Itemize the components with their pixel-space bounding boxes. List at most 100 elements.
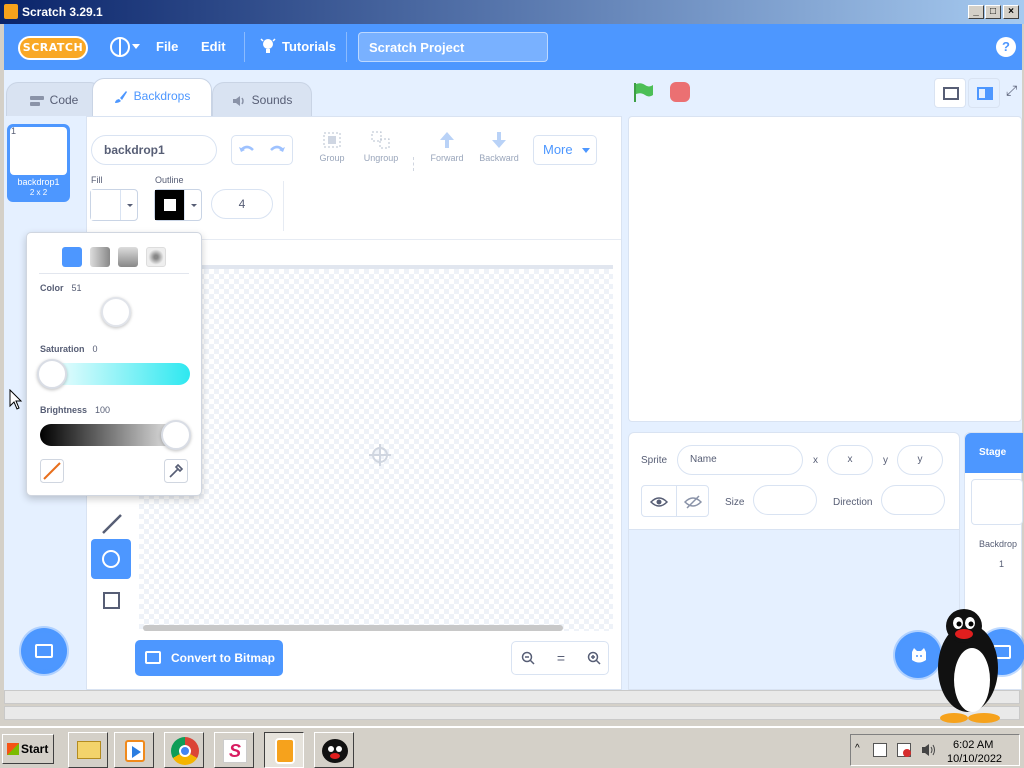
- radial-gradient-button[interactable]: [146, 247, 166, 267]
- scratch-logo[interactable]: SCRATCH: [18, 36, 88, 60]
- backdrops-count: 1: [999, 559, 1005, 569]
- backdrop-thumbnail[interactable]: 1 backdrop1 2 x 2: [7, 124, 70, 202]
- ungroup-button[interactable]: Ungroup: [357, 131, 405, 163]
- tutorials-menu[interactable]: Tutorials: [282, 39, 336, 54]
- rectangle-icon: [103, 592, 120, 609]
- horizontal-scrollbar[interactable]: [4, 690, 1020, 704]
- outline-color-picker[interactable]: [154, 189, 202, 221]
- group-label: Group: [319, 153, 345, 163]
- project-title-input[interactable]: Scratch Project: [358, 32, 548, 62]
- redo-icon[interactable]: [268, 143, 286, 157]
- backward-label: Backward: [479, 153, 519, 163]
- penguin-icon: [322, 739, 348, 763]
- secondary-horizontal-scrollbar[interactable]: [4, 706, 1020, 720]
- forward-label: Forward: [430, 153, 464, 163]
- minimize-button[interactable]: _: [968, 5, 984, 19]
- costume-name-input[interactable]: backdrop1: [91, 135, 217, 165]
- small-stage-button[interactable]: [934, 78, 966, 108]
- volume-icon[interactable]: [921, 743, 937, 757]
- fullscreen-icon[interactable]: ⤢: [1006, 82, 1022, 104]
- fill-color-picker[interactable]: [90, 189, 138, 221]
- direction-input[interactable]: [881, 485, 945, 515]
- paintbrush-icon: [114, 90, 127, 103]
- canvas-horizontal-scrollbar[interactable]: [143, 625, 563, 631]
- eye-icon[interactable]: [650, 495, 668, 509]
- sprite-name-input[interactable]: Name: [677, 445, 803, 475]
- more-button[interactable]: More: [533, 135, 597, 165]
- tray-expand-icon[interactable]: ^: [855, 743, 860, 754]
- taskbar-scratch[interactable]: [264, 732, 304, 768]
- x-input[interactable]: x: [827, 445, 873, 475]
- file-menu[interactable]: File: [156, 39, 178, 54]
- large-stage-button[interactable]: [968, 78, 1000, 108]
- brightness-slider-knob[interactable]: [161, 420, 191, 450]
- paint-canvas[interactable]: [139, 265, 613, 631]
- circle-tool[interactable]: [91, 539, 131, 579]
- clock-date[interactable]: 10/10/2022: [947, 753, 1002, 765]
- eye-slash-icon[interactable]: [684, 495, 702, 509]
- start-button[interactable]: Start: [2, 734, 54, 764]
- solid-fill-button[interactable]: [62, 247, 82, 267]
- saturation-label: Saturation 0: [40, 344, 98, 354]
- chevron-down-icon: [132, 44, 140, 49]
- menu-divider: [244, 32, 245, 62]
- help-button[interactable]: ?: [996, 37, 1016, 57]
- stage-canvas[interactable]: [628, 116, 1022, 422]
- arrow-down-icon: [492, 132, 506, 148]
- close-button[interactable]: ×: [1003, 5, 1019, 19]
- language-globe-icon[interactable]: [110, 37, 130, 57]
- maximize-button[interactable]: □: [985, 5, 1001, 19]
- forward-button[interactable]: Forward: [423, 131, 471, 163]
- system-tray: ^ 6:02 AM 10/10/2022: [850, 734, 1020, 766]
- taskbar-chrome[interactable]: [164, 732, 204, 768]
- taskbar-app-s[interactable]: S: [214, 732, 254, 768]
- convert-to-bitmap-button[interactable]: Convert to Bitmap: [135, 640, 283, 676]
- media-player-icon: [125, 740, 145, 762]
- edit-menu[interactable]: Edit: [201, 39, 226, 54]
- ungroup-label: Ungroup: [363, 153, 399, 163]
- saturation-slider-knob[interactable]: [37, 359, 67, 389]
- no-color-swatch-icon[interactable]: [40, 459, 64, 483]
- arrow-up-icon: [440, 132, 454, 148]
- sprite-list: [628, 530, 960, 690]
- color-picker-popover: Color 51 Saturation 0 Brightness 100: [26, 232, 202, 496]
- penguin-mascot-icon: [938, 609, 1000, 723]
- group-button[interactable]: Group: [311, 131, 353, 163]
- tab-sounds[interactable]: Sounds: [212, 82, 312, 116]
- horizontal-gradient-button[interactable]: [90, 247, 110, 267]
- zoom-reset-button[interactable]: =: [545, 642, 577, 674]
- tab-backdrops[interactable]: Backdrops: [92, 78, 212, 116]
- security-warning-icon[interactable]: [897, 743, 911, 757]
- vertical-gradient-button[interactable]: [118, 247, 138, 267]
- clock-time[interactable]: 6:02 AM: [953, 739, 993, 751]
- chevron-down-icon: [191, 204, 197, 207]
- color-slider-knob[interactable]: [101, 297, 131, 327]
- taskbar-penguin-app[interactable]: [314, 732, 354, 768]
- size-input[interactable]: [753, 485, 817, 515]
- rectangle-tool[interactable]: [91, 579, 131, 619]
- stop-icon[interactable]: [670, 82, 690, 102]
- y-input[interactable]: y: [897, 445, 943, 475]
- cat-plus-icon: [912, 648, 926, 663]
- play-triangle: [132, 746, 141, 758]
- taskbar-media-player[interactable]: [114, 732, 154, 768]
- outline-width-input[interactable]: 4: [211, 189, 273, 219]
- undo-redo-group: [231, 135, 293, 165]
- network-icon[interactable]: [873, 743, 887, 757]
- fill-swatch-color: [91, 190, 121, 220]
- zoom-out-icon[interactable]: [512, 642, 544, 674]
- backward-button[interactable]: Backward: [473, 131, 525, 163]
- crosshair-icon: [369, 444, 391, 466]
- eyedropper-icon[interactable]: [164, 459, 188, 483]
- undo-icon[interactable]: [238, 143, 256, 157]
- zoom-in-icon[interactable]: [578, 642, 610, 674]
- line-tool-icon[interactable]: [91, 503, 131, 543]
- taskbar-file-explorer[interactable]: [68, 732, 108, 768]
- brightness-label-text: Brightness: [40, 405, 88, 415]
- tab-code[interactable]: Code: [6, 82, 102, 116]
- green-flag-icon[interactable]: [632, 82, 654, 102]
- scratch-menubar: SCRATCH File Edit Tutorials Scratch Proj…: [4, 24, 1022, 70]
- choose-backdrop-button[interactable]: [21, 628, 67, 674]
- chevron-down-icon: [582, 148, 590, 153]
- chrome-center: [179, 745, 191, 757]
